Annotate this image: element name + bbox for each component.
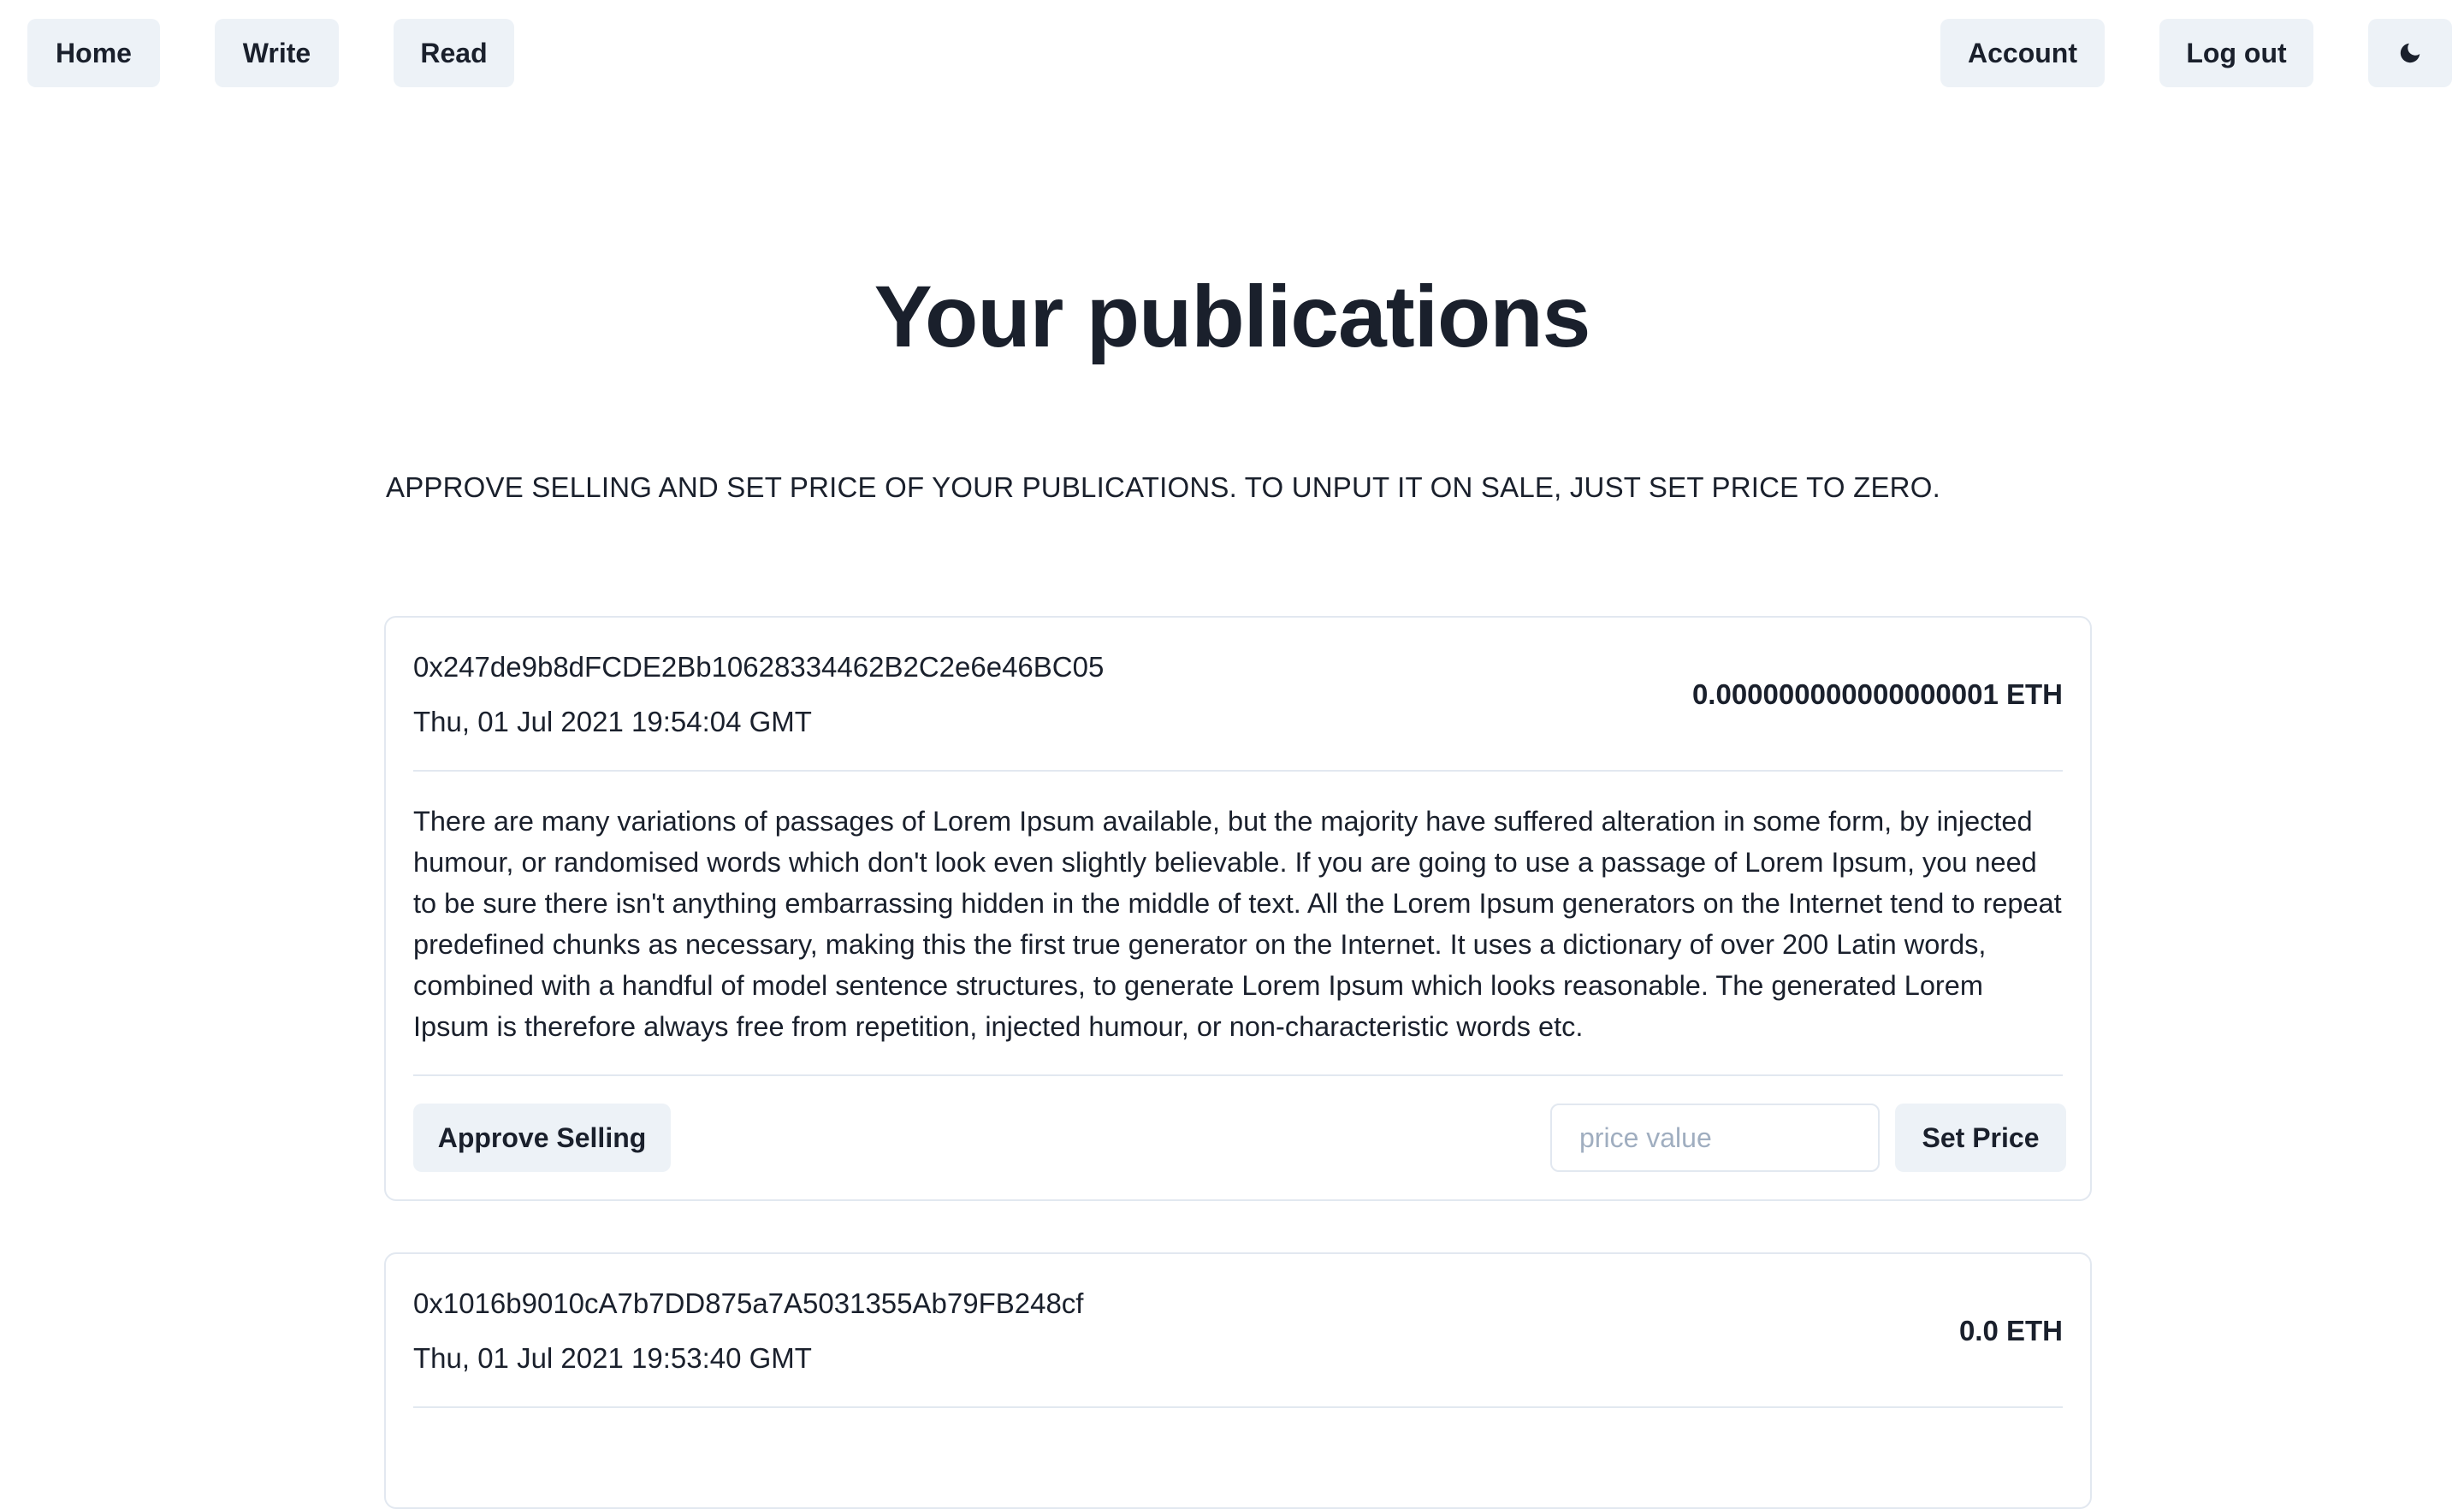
set-price-button[interactable]: Set Price bbox=[1895, 1104, 2066, 1172]
read-button[interactable]: Read bbox=[394, 19, 514, 87]
approve-selling-button[interactable]: Approve Selling bbox=[413, 1104, 671, 1172]
write-button[interactable]: Write bbox=[215, 19, 339, 87]
top-nav: Home Write Read Account Log out bbox=[0, 0, 2464, 120]
home-button[interactable]: Home bbox=[27, 19, 160, 87]
price-input[interactable] bbox=[1550, 1104, 1880, 1172]
moon-icon bbox=[2400, 43, 2420, 63]
publication-date: Thu, 01 Jul 2021 19:54:04 GMT bbox=[413, 706, 812, 737]
publication-card: 0x247de9b8dFCDE2Bb10628334462B2C2e6e46BC… bbox=[384, 616, 2092, 1201]
page-title: Your publications bbox=[874, 268, 1591, 365]
publication-text: There are many variations of passages of… bbox=[413, 806, 2062, 1042]
divider bbox=[413, 1074, 2063, 1076]
divider bbox=[413, 770, 2063, 772]
account-button[interactable]: Account bbox=[1940, 19, 2105, 87]
theme-toggle-button[interactable] bbox=[2368, 19, 2452, 87]
publication-address: 0x1016b9010cA7b7DD875a7A5031355Ab79FB248… bbox=[413, 1287, 1084, 1319]
divider bbox=[413, 1406, 2063, 1408]
publication-address: 0x247de9b8dFCDE2Bb10628334462B2C2e6e46BC… bbox=[413, 651, 1105, 683]
publication-price: 0.000000000000000001 ETH bbox=[1691, 678, 2063, 710]
publication-price: 0.0 ETH bbox=[1958, 1315, 2063, 1346]
page-subtitle: APPROVE SELLING AND SET PRICE OF YOUR PU… bbox=[386, 471, 1940, 503]
logout-button[interactable]: Log out bbox=[2159, 19, 2313, 87]
publication-date: Thu, 01 Jul 2021 19:53:40 GMT bbox=[413, 1342, 812, 1374]
publication-card: 0x1016b9010cA7b7DD875a7A5031355Ab79FB248… bbox=[384, 1252, 2092, 1509]
